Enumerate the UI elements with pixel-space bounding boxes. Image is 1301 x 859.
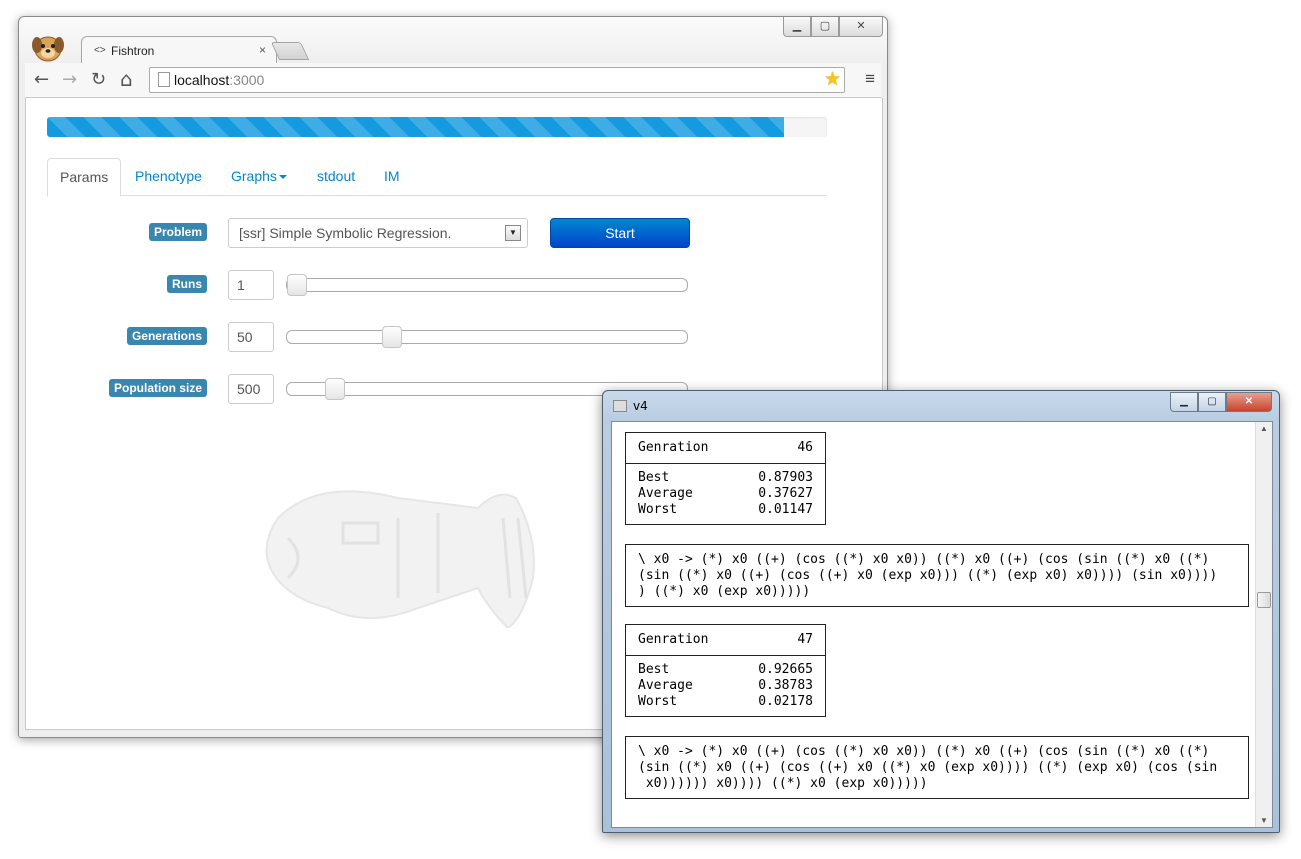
average-value: 0.38783 [758, 678, 813, 693]
problem-select-value: [ssr] Simple Symbolic Regression. [239, 225, 452, 241]
fish-favicon-icon: <> [94, 45, 106, 56]
expression-line: x0)))))) x0)))) ((*) x0 (exp x0))))) [638, 776, 928, 791]
console-title: v4 [633, 399, 648, 413]
address-bar[interactable]: localhost:3000 ★ [149, 67, 845, 93]
expression-box: \ x0 -> (*) x0 ((+) (cos ((*) x0 x0)) ((… [625, 736, 1249, 799]
bookmark-star-icon[interactable]: ★ [824, 68, 841, 91]
caret-down-icon [278, 175, 287, 180]
tab-graphs[interactable]: Graphs [219, 158, 299, 194]
tab-close-icon[interactable]: × [259, 43, 266, 57]
fish-logo-icon [265, 490, 535, 628]
best-value: 0.87903 [758, 470, 813, 485]
average-value: 0.37627 [758, 486, 813, 501]
maximize-button[interactable]: ▢ [811, 17, 839, 37]
page-icon [158, 72, 170, 87]
runs-label: Runs [167, 275, 207, 293]
worst-value: 0.01147 [758, 502, 813, 517]
population-size-label: Population size [108, 379, 207, 397]
generation-value: 47 [797, 632, 813, 647]
browser-tab[interactable]: <> Fishtron × [81, 36, 277, 65]
back-icon[interactable]: ← [34, 69, 49, 90]
dropdown-arrow-icon[interactable]: ▼ [505, 225, 521, 241]
window-controls: ▁ ▢ ✕ [783, 17, 883, 37]
generation-stats-table: Genration 46 Best 0.87903 Average 0.37627 … [625, 432, 826, 525]
tab-stdout[interactable]: stdout [305, 158, 367, 194]
progress-bar-fill [47, 117, 785, 137]
generations-slider[interactable] [286, 326, 688, 348]
browser-toolbar: ← → ↻ ⌂ localhost:3000 ★ ≡ [25, 63, 881, 98]
tab-title: Fishtron [111, 44, 155, 58]
expression-line: ) ((*) x0 (exp x0))))) [638, 584, 811, 599]
worst-label: Worst [638, 694, 678, 709]
average-label: Average [638, 678, 693, 693]
forward-icon[interactable]: → [62, 69, 77, 90]
console-close-button[interactable]: ✕ [1226, 392, 1272, 412]
start-button[interactable]: Start [550, 218, 690, 248]
reload-icon[interactable]: ↻ [91, 69, 106, 90]
tab-params[interactable]: Params [47, 158, 122, 197]
best-label: Best [638, 470, 670, 485]
average-label: Average [638, 486, 693, 501]
generation-stats-table: Genration 47 Best 0.92665 Average 0.38783 … [625, 624, 826, 717]
problem-select[interactable]: [ssr] Simple Symbolic Regression. ▼ [228, 218, 528, 248]
generation-label: Genration [638, 440, 709, 455]
problem-label: Problem [148, 223, 207, 241]
console-maximize-button[interactable]: ▢ [1198, 392, 1226, 412]
tab-im[interactable]: IM [372, 158, 412, 194]
runs-slider-handle[interactable] [287, 274, 307, 296]
expression-line: \ x0 -> (*) x0 ((+) (cos ((*) x0 x0)) ((… [638, 552, 1210, 567]
scrollbar-thumb[interactable] [1257, 592, 1271, 608]
best-label: Best [638, 662, 670, 677]
generation-value: 46 [797, 440, 813, 455]
runs-slider[interactable] [286, 274, 688, 296]
scroll-up-icon[interactable]: ▲ [1260, 424, 1268, 433]
runs-input[interactable]: 1 [228, 270, 274, 300]
home-icon[interactable]: ⌂ [120, 67, 133, 91]
console-window-controls: ▁ ▢ ✕ [1170, 392, 1272, 412]
expression-line: (sin ((*) x0 ((+) (cos ((+) x0 ((*) x0 (… [638, 760, 1218, 775]
close-button[interactable]: ✕ [839, 17, 883, 37]
console-minimize-button[interactable]: ▁ [1170, 392, 1198, 412]
best-value: 0.92665 [758, 662, 813, 677]
worst-value: 0.02178 [758, 694, 813, 709]
scroll-down-icon[interactable]: ▼ [1260, 816, 1268, 825]
worst-label: Worst [638, 502, 678, 517]
url-text: localhost:3000 [174, 72, 265, 88]
tab-phenotype[interactable]: Phenotype [123, 158, 214, 194]
population-size-input[interactable]: 500 [228, 374, 274, 404]
console-output: Genration 46 Best 0.87903 Average 0.37627 … [611, 421, 1273, 828]
nav-tabs: Params Phenotype Graphs stdout IM [47, 158, 827, 197]
generations-label: Generations [126, 327, 207, 345]
console-app-icon [613, 400, 627, 412]
console-scrollbar[interactable]: ▲ ▼ [1255, 422, 1272, 827]
profile-avatar-icon[interactable] [31, 31, 65, 63]
expression-box: \ x0 -> (*) x0 ((+) (cos ((*) x0 x0)) ((… [625, 544, 1249, 607]
progress-bar [47, 117, 827, 137]
generation-label: Genration [638, 632, 709, 647]
browser-menu-icon[interactable]: ≡ [865, 69, 875, 89]
expression-line: \ x0 -> (*) x0 ((+) (cos ((*) x0 x0)) ((… [638, 744, 1210, 759]
expression-line: (sin ((*) x0 ((+) (cos ((+) x0 (exp x0))… [638, 568, 1218, 583]
generations-input[interactable]: 50 [228, 322, 274, 352]
minimize-button[interactable]: ▁ [783, 17, 811, 37]
generations-slider-handle[interactable] [382, 326, 402, 348]
population-size-slider-handle[interactable] [325, 378, 345, 400]
console-window: v4 ▁ ▢ ✕ Genration 46 Best 0.87903 Averag… [602, 390, 1280, 833]
